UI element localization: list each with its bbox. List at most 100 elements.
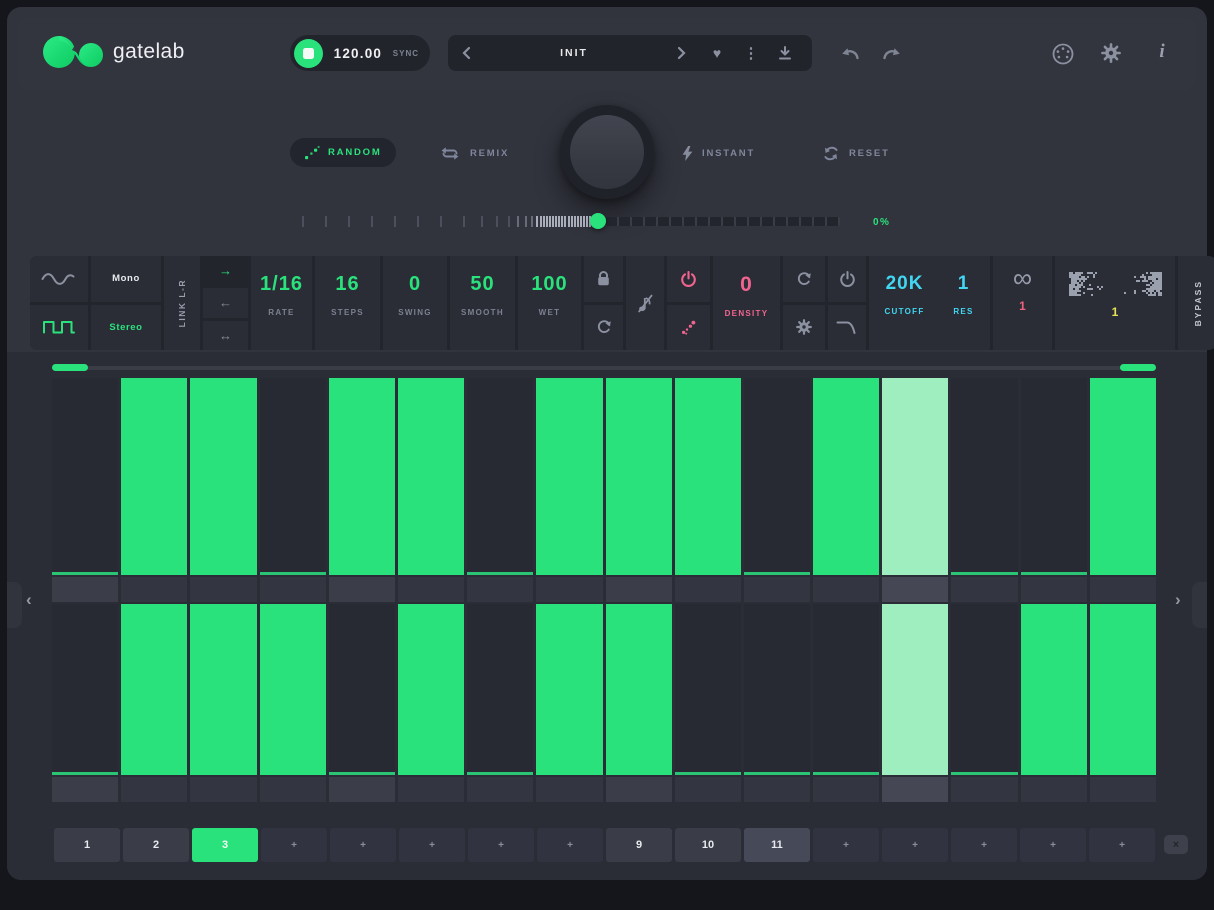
info-button[interactable]: i bbox=[1152, 41, 1172, 63]
step-ghost[interactable] bbox=[606, 777, 672, 802]
step-column[interactable] bbox=[536, 604, 602, 775]
step-ghost[interactable] bbox=[951, 777, 1017, 802]
filter-slope-button[interactable] bbox=[828, 305, 866, 351]
direction-reverse-button[interactable]: ← bbox=[203, 288, 248, 317]
filter-control[interactable]: 20K CUTOFF 1 RES bbox=[869, 256, 990, 350]
pattern-slot-11[interactable]: 11 bbox=[744, 828, 810, 862]
step-column[interactable] bbox=[467, 378, 533, 575]
step-column[interactable] bbox=[1021, 604, 1087, 775]
step-column[interactable] bbox=[1090, 378, 1156, 575]
step-ghost[interactable] bbox=[606, 577, 672, 602]
step-column[interactable] bbox=[398, 604, 464, 775]
preset-prev-button[interactable] bbox=[448, 46, 484, 60]
step-ghost[interactable] bbox=[813, 777, 879, 802]
page-prev-button[interactable]: ‹ bbox=[26, 590, 32, 610]
lock-button[interactable] bbox=[584, 256, 623, 302]
step-ghost[interactable] bbox=[675, 577, 741, 602]
step-ghost[interactable] bbox=[52, 777, 118, 802]
favorite-button[interactable]: ♥ bbox=[700, 45, 734, 61]
remix-button[interactable]: REMIX bbox=[439, 144, 509, 162]
swing-control[interactable]: 0 SWING bbox=[383, 256, 447, 350]
preset-name[interactable]: INIT bbox=[484, 47, 664, 59]
step-ghost[interactable] bbox=[813, 577, 879, 602]
step-column[interactable] bbox=[813, 378, 879, 575]
step-column[interactable] bbox=[1021, 378, 1087, 575]
step-ghost[interactable] bbox=[190, 777, 256, 802]
settings-button[interactable] bbox=[1101, 43, 1121, 63]
randomizer-knob[interactable] bbox=[560, 105, 654, 199]
pattern-slot-9[interactable]: 9 bbox=[606, 828, 672, 862]
step-ghost[interactable] bbox=[329, 577, 395, 602]
step-ghost[interactable] bbox=[121, 577, 187, 602]
step-ghost[interactable] bbox=[882, 577, 948, 602]
step-ghost[interactable] bbox=[467, 777, 533, 802]
step-column[interactable] bbox=[951, 378, 1017, 575]
bpm-display[interactable]: 120.00 bbox=[323, 46, 393, 61]
pattern-slot-5[interactable]: + bbox=[330, 828, 396, 862]
step-column[interactable] bbox=[190, 378, 256, 575]
sine-wave-button[interactable] bbox=[30, 256, 88, 302]
pattern-slot-15[interactable]: + bbox=[1020, 828, 1086, 862]
wet-control[interactable]: 100 WET bbox=[518, 256, 581, 350]
step-column[interactable] bbox=[190, 604, 256, 775]
step-ghost[interactable] bbox=[121, 777, 187, 802]
rate-control[interactable]: 1/16 RATE bbox=[251, 256, 312, 350]
steps-control[interactable]: 16 STEPS bbox=[315, 256, 380, 350]
step-column[interactable] bbox=[536, 378, 602, 575]
step-ghost[interactable] bbox=[744, 577, 810, 602]
pattern-slot-1[interactable]: 1 bbox=[54, 828, 120, 862]
slider-thumb[interactable] bbox=[590, 213, 606, 229]
page-next-button[interactable]: › bbox=[1175, 590, 1181, 610]
loop-range-slider[interactable] bbox=[52, 364, 1156, 371]
midi-settings-button[interactable] bbox=[1051, 42, 1075, 66]
mute-sequence-button[interactable] bbox=[626, 256, 664, 350]
mono-button[interactable]: Mono bbox=[91, 256, 161, 302]
step-ghost[interactable] bbox=[675, 777, 741, 802]
range-handle-right[interactable] bbox=[1120, 364, 1156, 371]
smooth-control[interactable]: 50 SMOOTH bbox=[450, 256, 515, 350]
step-column[interactable] bbox=[329, 604, 395, 775]
pattern-slot-8[interactable]: + bbox=[537, 828, 603, 862]
step-column[interactable] bbox=[744, 604, 810, 775]
density-random-button[interactable] bbox=[667, 305, 710, 351]
step-ghost[interactable] bbox=[467, 577, 533, 602]
density-power-button[interactable] bbox=[667, 256, 710, 302]
step-column[interactable] bbox=[398, 378, 464, 575]
step-column[interactable] bbox=[606, 378, 672, 575]
relock-cycle-button[interactable] bbox=[584, 305, 623, 351]
step-ghost[interactable] bbox=[398, 577, 464, 602]
redo-button[interactable] bbox=[882, 46, 902, 61]
step-ghost[interactable] bbox=[536, 577, 602, 602]
filter-settings-button[interactable] bbox=[783, 305, 825, 351]
step-ghost[interactable] bbox=[260, 577, 326, 602]
step-ghost[interactable] bbox=[1021, 577, 1087, 602]
step-column[interactable] bbox=[675, 378, 741, 575]
noise-control[interactable]: 1 bbox=[1055, 256, 1175, 350]
pattern-slot-10[interactable]: 10 bbox=[675, 828, 741, 862]
step-ghost[interactable] bbox=[1021, 777, 1087, 802]
direction-forward-button[interactable]: → bbox=[203, 256, 248, 285]
stereo-button[interactable]: Stereo bbox=[91, 305, 161, 351]
step-column[interactable] bbox=[52, 378, 118, 575]
pattern-slot-2[interactable]: 2 bbox=[123, 828, 189, 862]
pattern-slot-7[interactable]: + bbox=[468, 828, 534, 862]
step-ghost[interactable] bbox=[744, 777, 810, 802]
instant-button[interactable]: INSTANT bbox=[682, 144, 755, 162]
step-ghost[interactable] bbox=[1090, 577, 1156, 602]
direction-pingpong-button[interactable]: ↔ bbox=[203, 321, 248, 350]
step-column[interactable] bbox=[606, 604, 672, 775]
step-column[interactable] bbox=[882, 604, 948, 775]
step-ghost[interactable] bbox=[882, 777, 948, 802]
step-column[interactable] bbox=[52, 604, 118, 775]
pattern-slot-3[interactable]: 3 bbox=[192, 828, 258, 862]
pattern-slot-12[interactable]: + bbox=[813, 828, 879, 862]
pattern-slot-16[interactable]: + bbox=[1089, 828, 1155, 862]
step-ghost[interactable] bbox=[398, 777, 464, 802]
save-preset-button[interactable] bbox=[768, 45, 802, 61]
step-column[interactable] bbox=[260, 378, 326, 575]
step-ghost[interactable] bbox=[1090, 777, 1156, 802]
step-column[interactable] bbox=[813, 604, 879, 775]
link-lr-toggle[interactable]: LINK L-R bbox=[164, 256, 200, 350]
pattern-slot-6[interactable]: + bbox=[399, 828, 465, 862]
bypass-toggle[interactable]: BYPASS bbox=[1178, 256, 1214, 350]
